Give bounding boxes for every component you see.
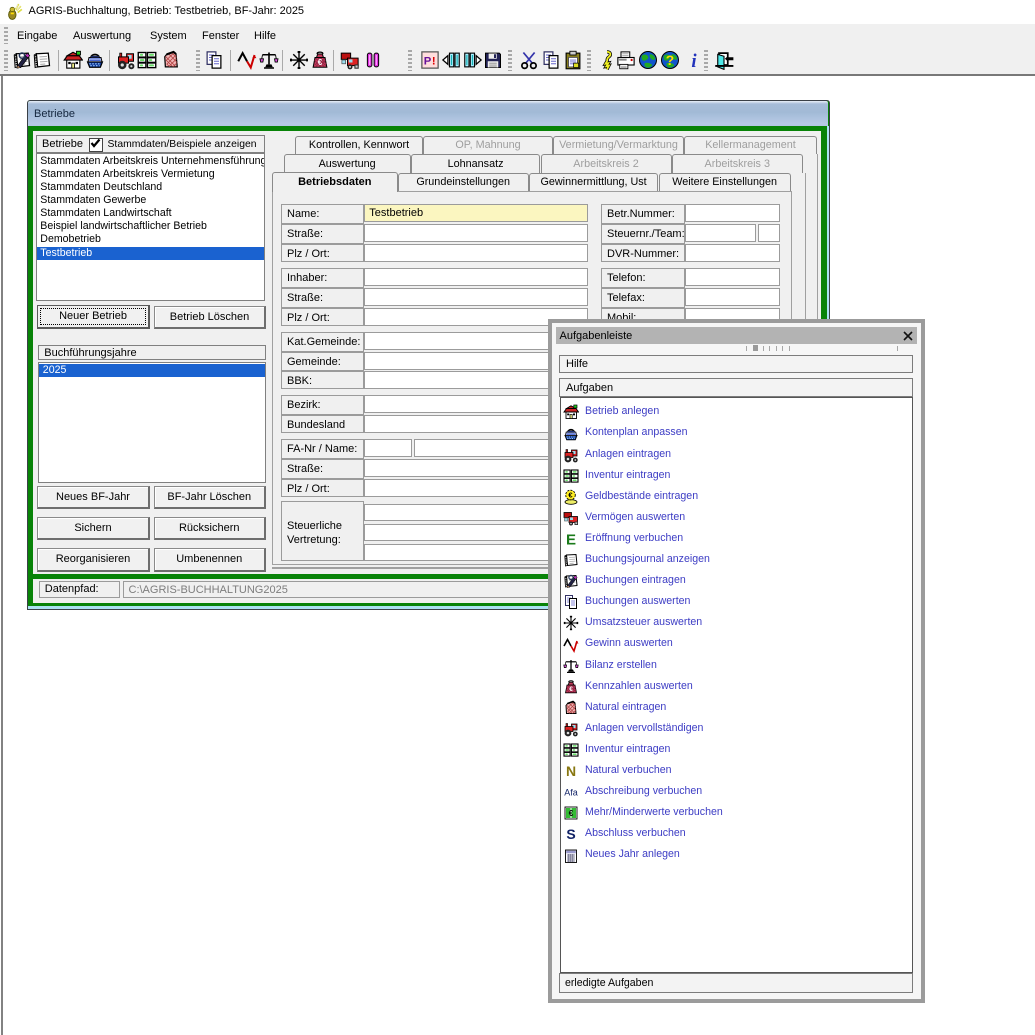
svg-text:i: i bbox=[691, 51, 697, 70]
svg-text:N: N bbox=[565, 763, 575, 779]
svg-text:€: € bbox=[318, 58, 323, 67]
svg-text:?: ? bbox=[666, 53, 674, 68]
svg-text:P: P bbox=[424, 55, 432, 67]
svg-text:!: ! bbox=[432, 55, 436, 67]
svg-text:E: E bbox=[565, 532, 575, 548]
svg-text:Afa: Afa bbox=[564, 788, 578, 798]
svg-text:€: € bbox=[568, 809, 573, 818]
svg-text:S: S bbox=[566, 826, 575, 842]
svg-text:€: € bbox=[569, 686, 573, 693]
